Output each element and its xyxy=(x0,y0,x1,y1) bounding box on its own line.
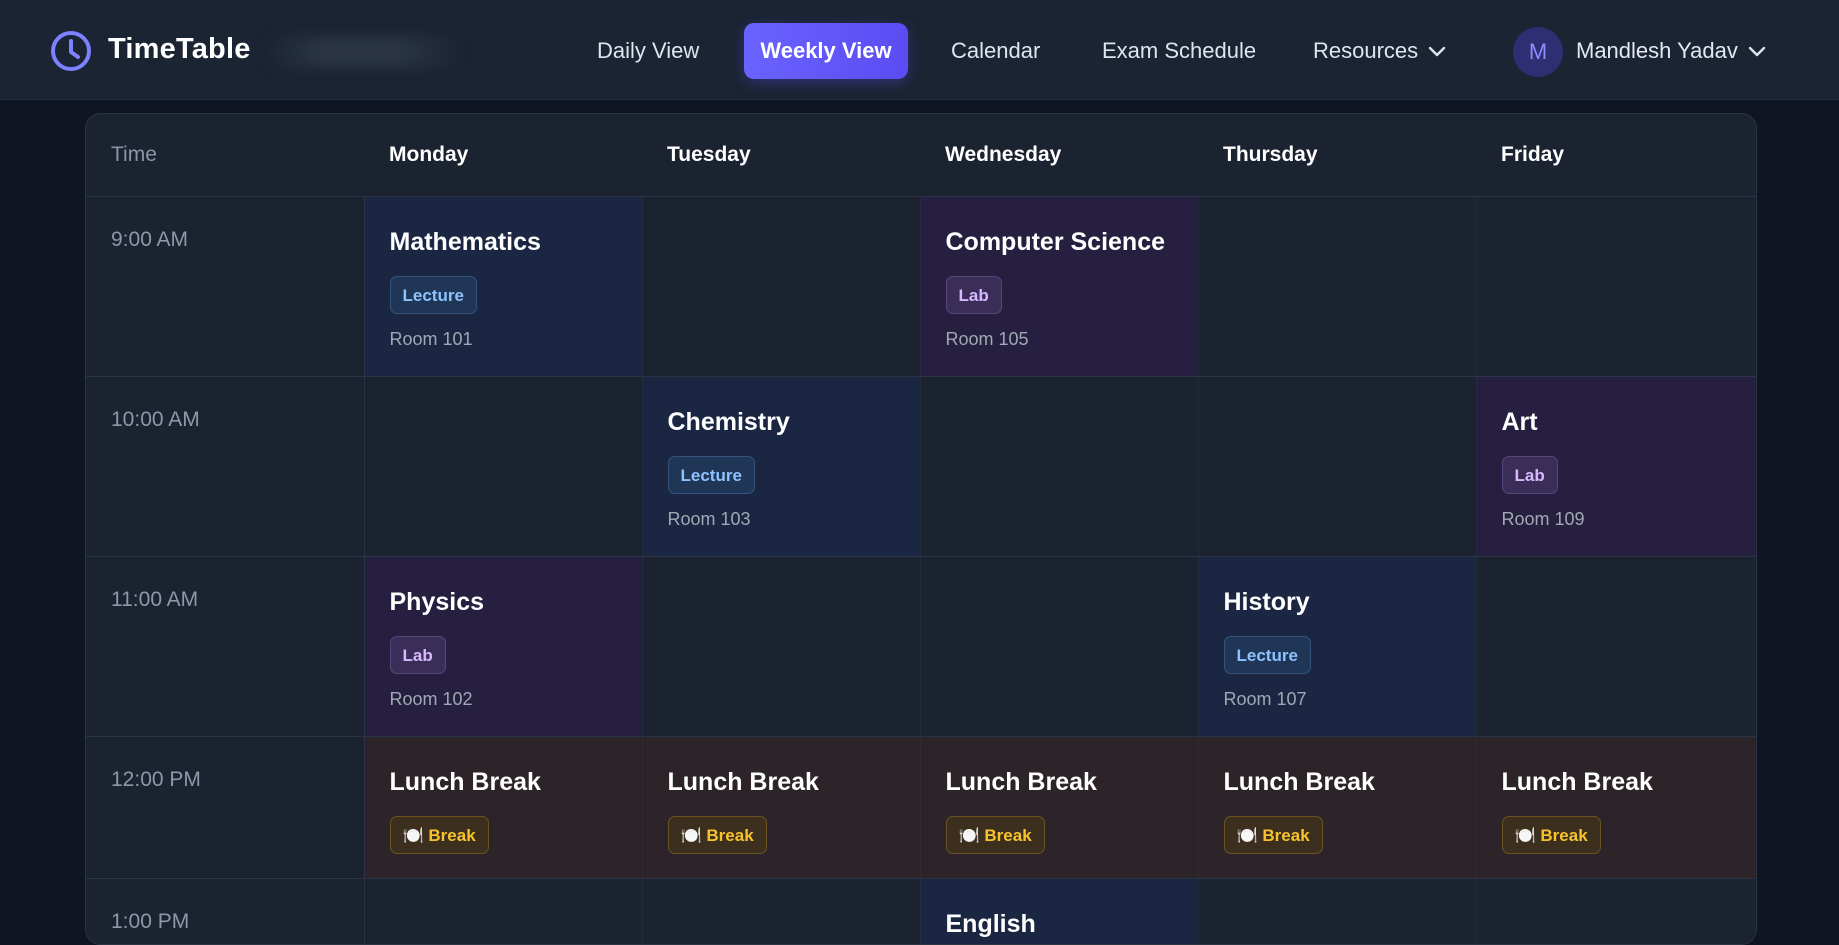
chevron-down-icon xyxy=(1428,46,1446,58)
empty-slot[interactable] xyxy=(1476,197,1756,377)
class-type-badge: Lecture xyxy=(668,456,755,494)
lunch-break-cell[interactable]: Lunch Break 🍽️ Break xyxy=(1198,737,1476,879)
class-subject: Lunch Break xyxy=(390,768,642,797)
weekly-timetable: Time Monday Tuesday Wednesday Thursday F… xyxy=(85,113,1757,945)
empty-slot[interactable] xyxy=(1476,879,1756,945)
day-header-wednesday: Wednesday xyxy=(920,114,1198,197)
class-cell-computer-science[interactable]: Computer Science Lab Room 105 xyxy=(920,197,1198,377)
time-label: 9:00 AM xyxy=(86,197,364,377)
class-room: Room 103 xyxy=(668,509,920,530)
class-cell-english[interactable]: English xyxy=(920,879,1198,945)
class-room: Room 102 xyxy=(390,689,642,710)
class-room: Room 105 xyxy=(946,329,1198,350)
class-type-badge: Lab xyxy=(390,636,446,674)
blurred-region xyxy=(262,36,462,68)
day-header-thursday: Thursday xyxy=(1198,114,1476,197)
break-badge: 🍽️ Break xyxy=(668,816,767,854)
empty-slot[interactable] xyxy=(920,557,1198,737)
class-subject: Physics xyxy=(390,588,642,617)
lunch-break-cell[interactable]: Lunch Break 🍽️ Break xyxy=(1476,737,1756,879)
chevron-down-icon xyxy=(1748,46,1766,58)
break-badge-label: Break xyxy=(1262,826,1309,845)
time-slot-row: 9:00 AM Mathematics Lecture Room 101 Com… xyxy=(86,197,1756,377)
time-label: 10:00 AM xyxy=(86,377,364,557)
day-header-row: Time Monday Tuesday Wednesday Thursday F… xyxy=(86,114,1756,197)
day-header-friday: Friday xyxy=(1476,114,1756,197)
nav-daily-view[interactable]: Daily View xyxy=(597,23,699,79)
class-subject: Lunch Break xyxy=(1224,768,1476,797)
plate-icon: 🍽️ xyxy=(959,826,980,845)
class-subject: Lunch Break xyxy=(1502,768,1756,797)
user-menu-dropdown[interactable]: Mandlesh Yadav xyxy=(1576,23,1766,79)
class-cell-art[interactable]: Art Lab Room 109 xyxy=(1476,377,1756,557)
class-subject: English xyxy=(946,910,1198,939)
class-type-badge: Lecture xyxy=(390,276,477,314)
day-header-tuesday: Tuesday xyxy=(642,114,920,197)
class-room: Room 109 xyxy=(1502,509,1756,530)
empty-slot[interactable] xyxy=(642,879,920,945)
plate-icon: 🍽️ xyxy=(403,826,424,845)
user-name: Mandlesh Yadav xyxy=(1576,38,1738,63)
day-header-monday: Monday xyxy=(364,114,642,197)
break-badge: 🍽️ Break xyxy=(1502,816,1601,854)
break-badge-label: Break xyxy=(706,826,753,845)
timetable-grid: Time Monday Tuesday Wednesday Thursday F… xyxy=(86,114,1757,945)
break-badge: 🍽️ Break xyxy=(390,816,489,854)
empty-slot[interactable] xyxy=(1476,557,1756,737)
class-subject: Chemistry xyxy=(668,408,920,437)
break-badge-label: Break xyxy=(1540,826,1587,845)
class-type-badge: Lecture xyxy=(1224,636,1311,674)
break-badge-label: Break xyxy=(984,826,1031,845)
empty-slot[interactable] xyxy=(364,879,642,945)
nav-calendar[interactable]: Calendar xyxy=(951,23,1040,79)
lunch-break-cell[interactable]: Lunch Break 🍽️ Break xyxy=(642,737,920,879)
top-navbar: TimeTable Daily View Weekly View Calenda… xyxy=(0,0,1839,100)
time-slot-row: 10:00 AM Chemistry Lecture Room 103 Art … xyxy=(86,377,1756,557)
plate-icon: 🍽️ xyxy=(1237,826,1258,845)
class-type-badge: Lab xyxy=(1502,456,1558,494)
class-type-badge: Lab xyxy=(946,276,1002,314)
app-title[interactable]: TimeTable xyxy=(108,33,251,66)
plate-icon: 🍽️ xyxy=(1515,826,1536,845)
time-slot-row: 11:00 AM Physics Lab Room 102 History Le… xyxy=(86,557,1756,737)
class-subject: Computer Science xyxy=(946,228,1198,257)
class-cell-physics[interactable]: Physics Lab Room 102 xyxy=(364,557,642,737)
empty-slot[interactable] xyxy=(642,197,920,377)
lunch-break-cell[interactable]: Lunch Break 🍽️ Break xyxy=(364,737,642,879)
break-badge: 🍽️ Break xyxy=(946,816,1045,854)
time-slot-row: 1:00 PM English xyxy=(86,879,1756,945)
time-label: 11:00 AM xyxy=(86,557,364,737)
class-room: Room 107 xyxy=(1224,689,1476,710)
time-label: 1:00 PM xyxy=(86,879,364,945)
break-badge-label: Break xyxy=(428,826,475,845)
class-subject: History xyxy=(1224,588,1476,617)
class-subject: Lunch Break xyxy=(946,768,1198,797)
avatar[interactable]: M xyxy=(1513,27,1563,77)
nav-weekly-view[interactable]: Weekly View xyxy=(744,23,908,79)
lunch-break-cell[interactable]: Lunch Break 🍽️ Break xyxy=(920,737,1198,879)
nav-resources-dropdown[interactable]: Resources xyxy=(1313,23,1446,79)
break-badge: 🍽️ Break xyxy=(1224,816,1323,854)
clock-icon xyxy=(50,30,92,72)
time-slot-row: 12:00 PM Lunch Break 🍽️ Break Lunch Brea… xyxy=(86,737,1756,879)
class-cell-mathematics[interactable]: Mathematics Lecture Room 101 xyxy=(364,197,642,377)
empty-slot[interactable] xyxy=(1198,879,1476,945)
empty-slot[interactable] xyxy=(642,557,920,737)
class-subject: Mathematics xyxy=(390,228,642,257)
class-room: Room 101 xyxy=(390,329,642,350)
nav-exam-schedule[interactable]: Exam Schedule xyxy=(1102,23,1256,79)
time-column-header: Time xyxy=(86,114,364,197)
class-subject: Lunch Break xyxy=(668,768,920,797)
time-label: 12:00 PM xyxy=(86,737,364,879)
empty-slot[interactable] xyxy=(1198,377,1476,557)
empty-slot[interactable] xyxy=(364,377,642,557)
class-subject: Art xyxy=(1502,408,1756,437)
nav-resources-label: Resources xyxy=(1313,38,1418,63)
class-cell-history[interactable]: History Lecture Room 107 xyxy=(1198,557,1476,737)
empty-slot[interactable] xyxy=(920,377,1198,557)
class-cell-chemistry[interactable]: Chemistry Lecture Room 103 xyxy=(642,377,920,557)
plate-icon: 🍽️ xyxy=(681,826,702,845)
empty-slot[interactable] xyxy=(1198,197,1476,377)
